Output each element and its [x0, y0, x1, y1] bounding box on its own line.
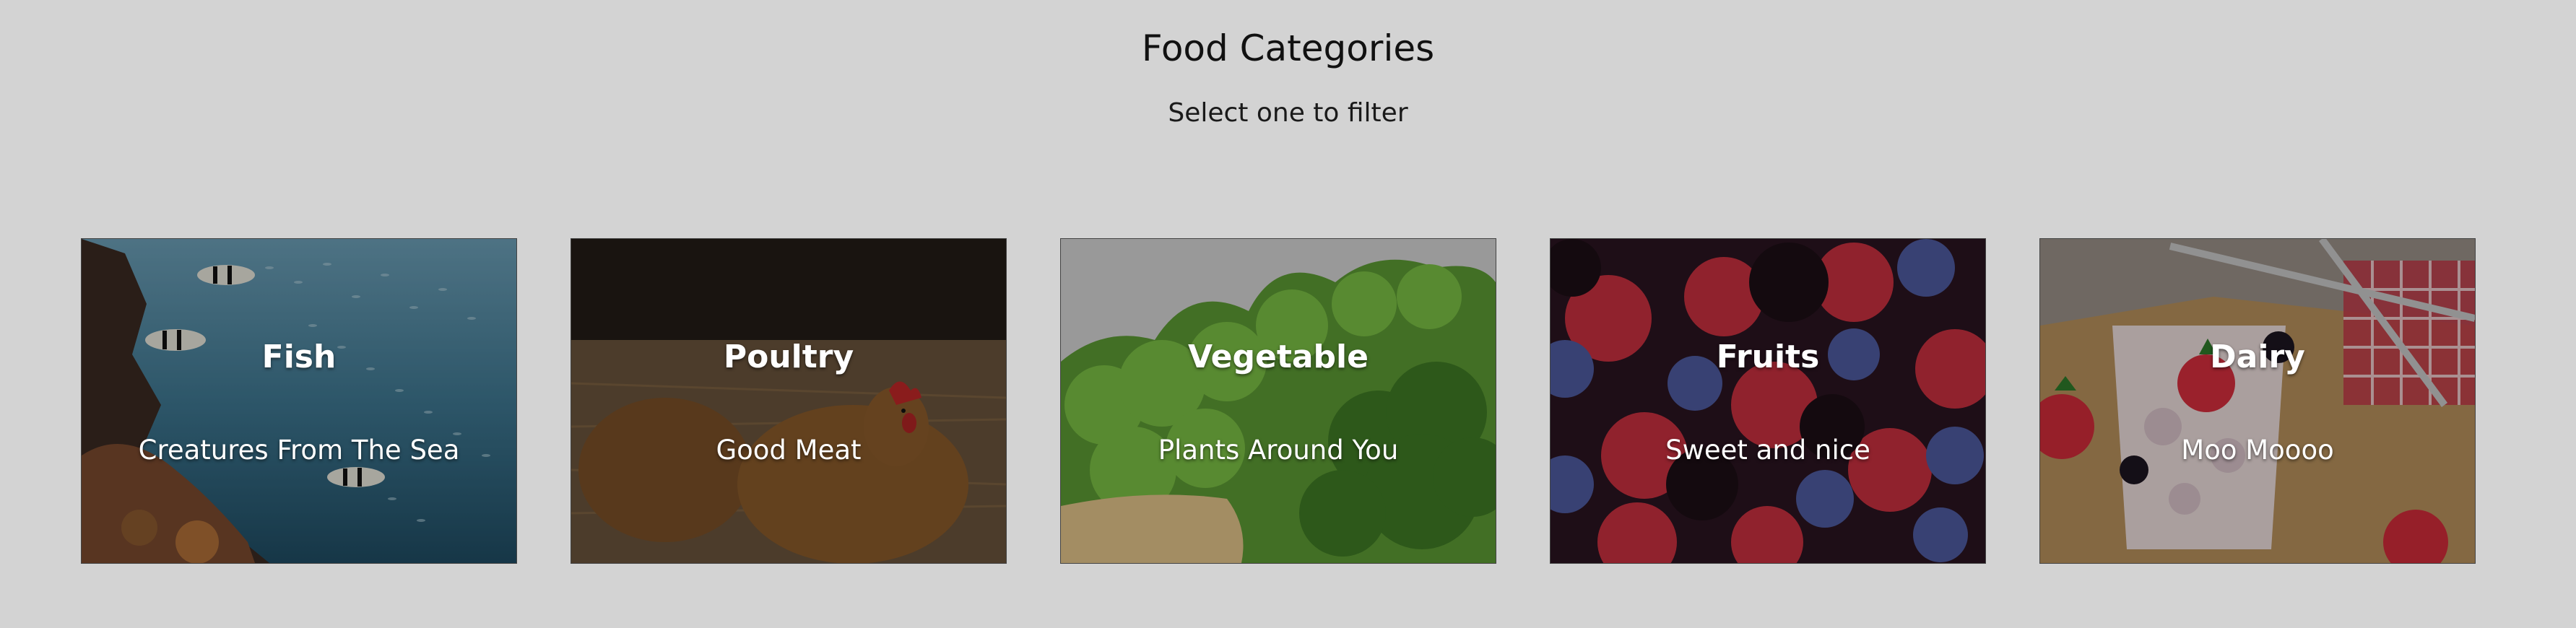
category-subtitle: Plants Around You — [1158, 435, 1399, 466]
page-title: Food Categories — [1141, 27, 1435, 69]
category-title: Vegetable — [1188, 339, 1369, 375]
category-title: Fish — [261, 339, 337, 375]
category-title: Dairy — [2210, 339, 2305, 375]
category-card-list: Fish Creatures From The Sea Poultry Good… — [81, 238, 2476, 564]
category-subtitle: Sweet and nice — [1665, 435, 1870, 466]
category-subtitle: Moo Moooo — [2181, 435, 2334, 466]
category-card-poultry[interactable]: Poultry Good Meat — [571, 238, 1007, 564]
category-card-vegetable[interactable]: Vegetable Plants Around You — [1060, 238, 1496, 564]
category-title: Poultry — [723, 339, 854, 375]
category-card-dairy[interactable]: Dairy Moo Moooo — [2039, 238, 2476, 564]
category-title: Fruits — [1716, 339, 1820, 375]
page-subtitle: Select one to filter — [1168, 98, 1408, 128]
category-subtitle: Good Meat — [716, 435, 862, 466]
category-card-fish[interactable]: Fish Creatures From The Sea — [81, 238, 517, 564]
category-subtitle: Creatures From The Sea — [138, 435, 460, 466]
category-card-fruits[interactable]: Fruits Sweet and nice — [1550, 238, 1986, 564]
